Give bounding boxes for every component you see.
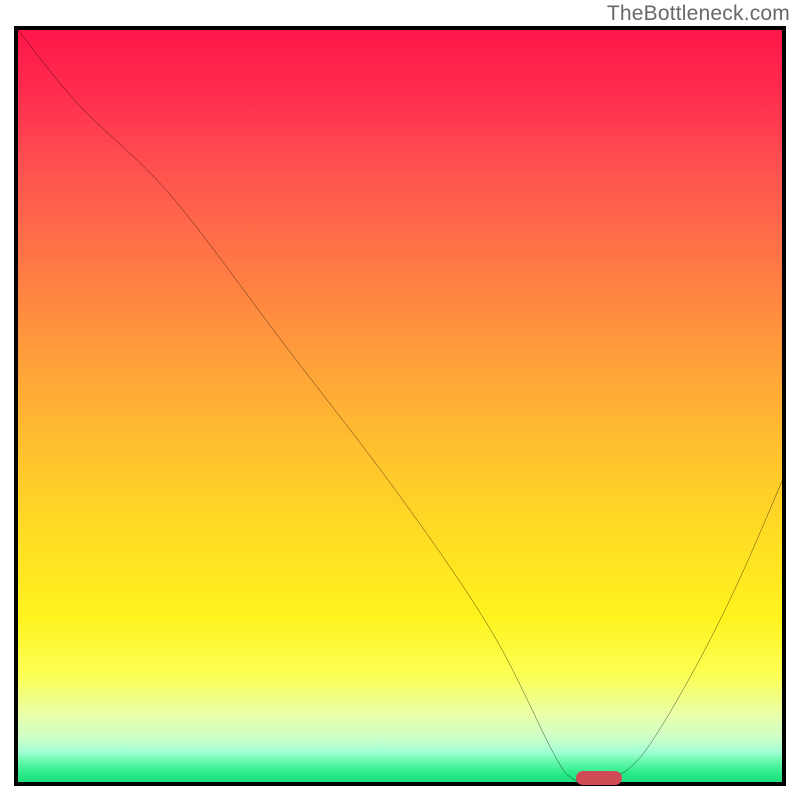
chart-curve — [18, 30, 782, 782]
bottleneck-line — [18, 30, 782, 782]
watermark-text: TheBottleneck.com — [607, 2, 790, 26]
chart-image: TheBottleneck.com — [0, 0, 800, 800]
chart-frame — [14, 26, 786, 786]
optimum-marker — [576, 771, 622, 785]
